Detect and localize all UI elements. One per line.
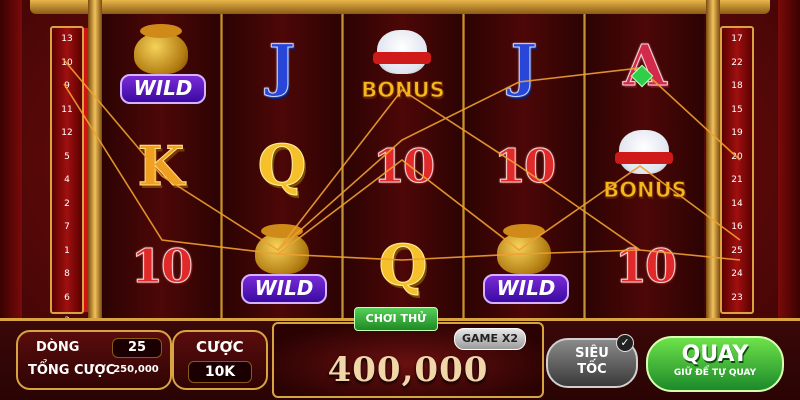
win-amount: 400,000 <box>327 350 489 390</box>
right-payline-number: 19 <box>731 128 743 138</box>
left-payline-number: 12 <box>61 128 73 138</box>
bonus-symbol: BONUS <box>344 18 462 114</box>
left-payline-number: 8 <box>64 269 70 279</box>
left-pillar <box>0 0 22 330</box>
left-payline-number: 9 <box>64 81 70 91</box>
toad-icon: WILD <box>237 224 327 306</box>
bet-value[interactable]: 10K <box>188 361 252 383</box>
right-payline-number: 14 <box>731 198 743 209</box>
toad-icon: WILD <box>479 224 569 306</box>
frame-right <box>706 0 720 330</box>
right-payline-number: 16 <box>731 222 743 232</box>
bonus-label: BONUS <box>361 78 446 103</box>
j-symbol: J <box>465 18 583 114</box>
left-payline-number: 10 <box>61 57 73 68</box>
ten-symbol: 10 <box>344 118 462 214</box>
toad-figure <box>497 224 551 274</box>
bet-label: CƯỢC <box>196 338 244 356</box>
spin-button[interactable]: QUAY GIỮ ĐỂ TỰ QUAY <box>646 336 784 392</box>
wild-symbol: WILD <box>223 218 341 314</box>
spin-label: QUAY <box>681 342 749 367</box>
ten-label: 10 <box>614 239 677 294</box>
ten-symbol: 10 <box>586 218 704 314</box>
k-label: K <box>137 134 185 198</box>
q-label: Q <box>378 233 428 299</box>
right-pillar <box>778 0 800 330</box>
wild-symbol: WILD <box>465 218 583 314</box>
right-payline-number: 20 <box>731 151 743 162</box>
wild-label: WILD <box>241 274 327 304</box>
right-payline-number: 23 <box>731 292 743 303</box>
bet-panel[interactable]: CƯỢC 10K <box>172 330 268 390</box>
reel-divider <box>220 14 223 318</box>
reel-divider <box>341 14 344 318</box>
play-demo-button[interactable]: CHƠI THỬ <box>354 307 438 331</box>
k-symbol: K <box>102 118 220 214</box>
reel-divider <box>583 14 586 318</box>
total-bet-label: TỔNG CƯỢC <box>28 363 116 378</box>
reel-5: A BONUS 10 <box>586 14 704 318</box>
left-payline-number: 1 <box>64 245 70 256</box>
ten-label: 10 <box>493 139 556 194</box>
right-payline-numbers: 17 22 18 15 19 20 21 14 16 25 24 23 <box>714 26 754 314</box>
lucky-cat-figure <box>615 130 673 174</box>
wild-label: WILD <box>483 274 569 304</box>
game-x2-button[interactable]: GAME X2 <box>454 328 526 350</box>
left-payline-number: 7 <box>64 222 70 232</box>
ten-label: 10 <box>130 239 193 294</box>
lucky-cat-icon: BONUS <box>597 126 693 206</box>
ten-label: 10 <box>372 139 435 194</box>
left-payline-number: 11 <box>61 104 73 115</box>
reel-divider <box>462 14 465 318</box>
toad-figure <box>255 224 309 274</box>
q-symbol: Q <box>344 218 462 314</box>
reel-3: BONUS 10 Q <box>344 14 462 318</box>
frame-top <box>30 0 770 14</box>
check-icon: ✓ <box>616 334 634 352</box>
left-payline-number: 13 <box>61 34 73 44</box>
j-symbol: J <box>223 18 341 114</box>
a-symbol: A <box>586 18 704 114</box>
right-payline-number: 17 <box>731 34 743 44</box>
ten-symbol: 10 <box>102 218 220 314</box>
reel-2: J Q WILD <box>223 14 341 318</box>
ten-symbol: 10 <box>465 118 583 214</box>
spin-sublabel: GIỮ ĐỂ TỰ QUAY <box>673 368 757 378</box>
turbo-button[interactable]: SIÊU TỐC ✓ <box>546 334 638 388</box>
toad-icon: WILD <box>116 24 206 106</box>
left-payline-number: 6 <box>64 292 70 303</box>
right-payline-number: 25 <box>731 245 743 256</box>
right-payline-number: 24 <box>731 269 743 279</box>
j-label: J <box>510 33 538 99</box>
toad-figure <box>134 24 188 74</box>
total-bet-value: 250,000 <box>113 364 159 375</box>
bonus-symbol: BONUS <box>586 118 704 214</box>
lucky-cat-figure <box>373 30 431 74</box>
wild-symbol: WILD <box>102 18 220 114</box>
wild-label: WILD <box>120 74 206 104</box>
left-payline-numbers: 13109111254271863 <box>50 26 90 326</box>
reel-4: J 10 WILD <box>465 14 583 318</box>
left-payline-number: 5 <box>64 151 70 162</box>
lucky-cat-icon: BONUS <box>355 26 451 106</box>
lines-label: DÒNG <box>36 340 80 355</box>
frame-left <box>88 0 102 330</box>
q-label: Q <box>257 133 307 199</box>
bonus-label: BONUS <box>603 178 688 203</box>
reel-1: WILD K 10 <box>102 14 220 318</box>
turbo-label-line2: TỐC <box>577 362 607 377</box>
j-label: J <box>268 33 296 99</box>
right-payline-number: 21 <box>731 175 743 185</box>
lines-value[interactable]: 25 <box>112 338 162 358</box>
right-payline-number: 15 <box>731 104 743 115</box>
lines-bet-panel: DÒNG 25 TỔNG CƯỢC 250,000 <box>16 330 172 390</box>
left-payline-number: 4 <box>64 175 70 185</box>
a-label: A <box>623 33 667 99</box>
right-payline-number: 22 <box>731 57 743 68</box>
reel-area: WILD K 10 J Q WILD BONUS 10 Q J 10 WILD A BONUS 10 <box>102 14 706 318</box>
q-symbol: Q <box>223 118 341 214</box>
right-payline-number: 18 <box>731 81 743 91</box>
left-payline-number: 2 <box>64 198 70 209</box>
